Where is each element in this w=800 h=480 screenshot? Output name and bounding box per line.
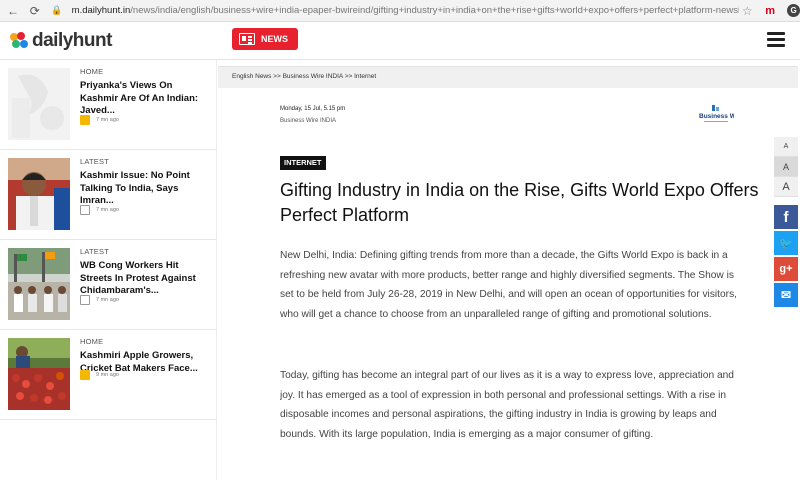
news-button[interactable]: NEWS — [232, 28, 298, 50]
browser-toolbar: ← ⟳ 🔒 m.dailyhunt.in/news/india/english/… — [0, 0, 800, 22]
logo-text: dailyhunt — [32, 30, 112, 51]
card-title[interactable]: Kashmir Issue: No Point Talking To India… — [80, 170, 210, 208]
article-paragraph: New Delhi, India: Defining gifting trend… — [280, 250, 737, 320]
news-thumbnail — [8, 248, 70, 320]
newspaper-icon — [80, 295, 90, 305]
card-category: HOME — [80, 337, 104, 346]
card-category: LATEST — [80, 247, 109, 256]
font-size-large-button[interactable]: A — [774, 177, 798, 197]
back-icon[interactable]: ← — [4, 2, 22, 20]
facebook-icon[interactable]: f — [774, 205, 798, 229]
lock-icon: 🔒 — [51, 5, 63, 15]
card-time: 7 mn ago — [80, 205, 119, 215]
hindi-icon — [80, 115, 90, 125]
reload-icon[interactable]: ⟳ — [26, 2, 44, 20]
card-time: 7 mn ago — [80, 295, 119, 305]
breadcrumb[interactable]: English News >> Business Wire INDIA >> I… — [232, 73, 376, 80]
article-side-tools: A A A f 🐦 g+ ✉ — [774, 137, 800, 307]
news-thumbnail — [8, 158, 70, 230]
news-card[interactable]: LATEST WB Cong Workers Hit Streets In Pr… — [0, 240, 217, 330]
address-bar[interactable]: m.dailyhunt.in/news/india/english/busine… — [72, 5, 740, 16]
url-path: /news/india/english/business+wire+india-… — [130, 5, 740, 16]
hindi-icon — [80, 370, 90, 380]
news-thumbnail — [8, 68, 70, 140]
email-icon[interactable]: ✉ — [774, 283, 798, 307]
article-paragraph: Today, gifting has become an integral pa… — [280, 370, 734, 440]
article-dateline: Monday, 15 Jul, 5.15 pm — [280, 106, 346, 112]
dailyhunt-logo[interactable]: dailyhunt — [10, 30, 112, 52]
card-title[interactable]: Priyanka's Views On Kashmir Are Of An In… — [80, 80, 210, 118]
card-time-text: 9 mn ago — [96, 372, 119, 378]
newspaper-icon — [80, 205, 90, 215]
card-time: 9 mn ago — [80, 370, 119, 380]
card-category: HOME — [80, 67, 104, 76]
news-card[interactable]: HOME Kashmiri Apple Growers, Cricket Bat… — [0, 330, 217, 420]
business-wire-logo[interactable]: Business Wire — [698, 104, 744, 126]
category-tag[interactable]: INTERNET — [280, 156, 326, 170]
article-source[interactable]: Business Wire INDIA — [280, 118, 336, 124]
card-category: LATEST — [80, 157, 109, 166]
bookmark-star-icon[interactable]: ☆ — [739, 4, 755, 18]
article-content: English News >> Business Wire INDIA >> I… — [218, 60, 798, 480]
breadcrumb-bar: English News >> Business Wire INDIA >> I… — [218, 66, 798, 88]
news-button-label: NEWS — [261, 34, 288, 44]
profile-avatar-icon[interactable]: G — [787, 4, 800, 17]
card-time-text: 7 mn ago — [96, 297, 119, 303]
related-news-sidebar: HOME Priyanka's Views On Kashmir Are Of … — [0, 60, 217, 480]
card-time-text: 7 mn ago — [96, 207, 119, 213]
hamburger-menu-icon[interactable] — [767, 32, 785, 47]
font-size-small-button[interactable]: A — [774, 137, 798, 157]
news-card[interactable]: LATEST Kashmir Issue: No Point Talking T… — [0, 150, 217, 240]
card-time: 7 mn ago — [80, 115, 119, 125]
twitter-icon[interactable]: 🐦 — [774, 231, 798, 255]
font-size-medium-button[interactable]: A — [774, 157, 798, 177]
logo-dots-icon — [10, 32, 30, 50]
site-header: dailyhunt NEWS — [0, 22, 800, 60]
google-plus-icon[interactable]: g+ — [774, 257, 798, 281]
card-time-text: 7 mn ago — [96, 117, 119, 123]
news-card[interactable]: HOME Priyanka's Views On Kashmir Are Of … — [0, 60, 217, 150]
newspaper-icon — [239, 33, 255, 45]
svg-text:Business Wire: Business Wire — [699, 113, 734, 120]
article-headline: Gifting Industry in India on the Rise, G… — [280, 180, 759, 225]
news-thumbnail — [8, 338, 70, 410]
url-domain: m.dailyhunt.in — [71, 5, 131, 16]
card-title[interactable]: WB Cong Workers Hit Streets In Protest A… — [80, 260, 210, 298]
extension-m-icon[interactable]: m — [761, 5, 779, 17]
